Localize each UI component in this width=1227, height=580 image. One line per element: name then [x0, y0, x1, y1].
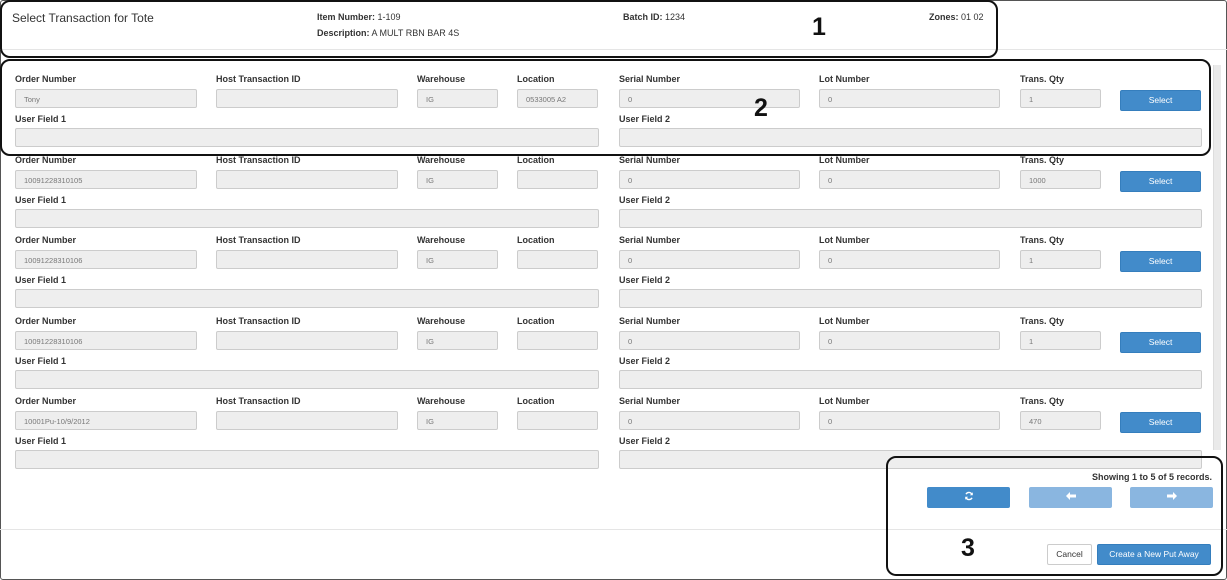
lot-number-label: Lot Number	[819, 315, 870, 326]
location-label: Location	[517, 315, 555, 326]
warehouse-label: Warehouse	[417, 235, 466, 245]
transaction-record: Order Number Host Transaction ID Warehou…	[0, 229, 1212, 310]
trans-qty-field[interactable]: 1000	[1020, 169, 1101, 189]
trans-qty-field[interactable]: 1	[1020, 330, 1101, 350]
user-field-2-input[interactable]	[619, 208, 1202, 228]
lot-number-label: Lot Number	[819, 396, 870, 406]
location-field[interactable]	[517, 250, 598, 269]
user-field-2-label: User Field 2	[619, 194, 671, 205]
user-field-2-label: User Field 2	[619, 275, 671, 285]
order-number-field[interactable]: 10091228310106	[15, 330, 197, 350]
select-button[interactable]: Select	[1120, 331, 1201, 353]
order-number-field[interactable]: 10091228310105	[15, 169, 197, 189]
annotation-box-2	[0, 59, 1211, 156]
serial-number-field[interactable]: 0	[619, 411, 800, 430]
trans-qty-field[interactable]: 1	[1020, 250, 1101, 269]
location-label: Location	[517, 154, 555, 165]
select-button[interactable]: Select	[1120, 170, 1201, 192]
order-number-field[interactable]: 10091228310106	[15, 250, 197, 269]
order-number-label: Order Number	[15, 235, 77, 245]
location-field[interactable]	[517, 411, 598, 430]
lot-number-field[interactable]: 0	[819, 411, 1000, 430]
host-transaction-id-field[interactable]	[216, 250, 398, 269]
user-field-2-input[interactable]	[619, 289, 1202, 308]
lot-number-label: Lot Number	[819, 154, 870, 165]
host-transaction-id-field[interactable]	[216, 411, 398, 430]
host-transaction-id-label: Host Transaction ID	[216, 315, 301, 326]
trans-qty-label: Trans. Qty	[1020, 154, 1065, 165]
host-transaction-id-label: Host Transaction ID	[216, 235, 301, 245]
serial-number-label: Serial Number	[619, 315, 681, 326]
user-field-1-input[interactable]	[15, 369, 599, 389]
serial-number-label: Serial Number	[619, 235, 681, 245]
location-field[interactable]	[517, 330, 598, 350]
warehouse-field[interactable]: IG	[417, 250, 498, 269]
warehouse-field[interactable]: IG	[417, 169, 498, 189]
serial-number-field[interactable]: 0	[619, 330, 800, 350]
annotation-box-3	[886, 456, 1223, 576]
user-field-1-input[interactable]	[15, 450, 599, 469]
order-number-label: Order Number	[15, 396, 77, 406]
lot-number-field[interactable]: 0	[819, 250, 1000, 269]
host-transaction-id-label: Host Transaction ID	[216, 396, 301, 406]
transaction-record: Order Number Host Transaction ID Warehou…	[0, 149, 1212, 230]
warehouse-label: Warehouse	[417, 154, 466, 165]
warehouse-label: Warehouse	[417, 315, 466, 326]
trans-qty-label: Trans. Qty	[1020, 396, 1065, 406]
user-field-1-label: User Field 1	[15, 355, 67, 366]
user-field-1-label: User Field 1	[15, 194, 67, 205]
annotation-number-3: 3	[961, 534, 975, 562]
serial-number-field[interactable]: 0	[619, 250, 800, 269]
user-field-1-label: User Field 1	[15, 275, 67, 285]
user-field-1-input[interactable]	[15, 208, 599, 228]
user-field-1-label: User Field 1	[15, 436, 67, 446]
user-field-2-label: User Field 2	[619, 355, 671, 366]
warehouse-field[interactable]: IG	[417, 330, 498, 350]
user-field-1-input[interactable]	[15, 289, 599, 308]
host-transaction-id-field[interactable]	[216, 330, 398, 350]
order-number-label: Order Number	[15, 315, 77, 326]
location-field[interactable]	[517, 169, 598, 189]
user-field-2-label: User Field 2	[619, 436, 671, 446]
order-number-label: Order Number	[15, 154, 77, 165]
lot-number-label: Lot Number	[819, 235, 870, 245]
warehouse-label: Warehouse	[417, 396, 466, 406]
select-button[interactable]: Select	[1120, 412, 1201, 433]
serial-number-label: Serial Number	[619, 154, 681, 165]
select-button[interactable]: Select	[1120, 251, 1201, 272]
warehouse-field[interactable]: IG	[417, 411, 498, 430]
location-label: Location	[517, 235, 555, 245]
lot-number-field[interactable]: 0	[819, 169, 1000, 189]
annotation-box-1	[0, 0, 998, 58]
trans-qty-field[interactable]: 470	[1020, 411, 1101, 430]
order-number-field[interactable]: 10001Pu-10/9/2012	[15, 411, 197, 430]
serial-number-label: Serial Number	[619, 396, 681, 406]
annotation-number-1: 1	[812, 13, 826, 41]
scrollbar[interactable]	[1213, 65, 1221, 450]
serial-number-field[interactable]: 0	[619, 169, 800, 189]
host-transaction-id-field[interactable]	[216, 169, 398, 189]
user-field-2-input[interactable]	[619, 369, 1202, 389]
host-transaction-id-label: Host Transaction ID	[216, 154, 301, 165]
lot-number-field[interactable]: 0	[819, 330, 1000, 350]
trans-qty-label: Trans. Qty	[1020, 315, 1065, 326]
trans-qty-label: Trans. Qty	[1020, 235, 1065, 245]
location-label: Location	[517, 396, 555, 406]
annotation-number-2: 2	[754, 94, 768, 122]
transaction-record: Order Number Host Transaction ID Warehou…	[0, 310, 1212, 391]
